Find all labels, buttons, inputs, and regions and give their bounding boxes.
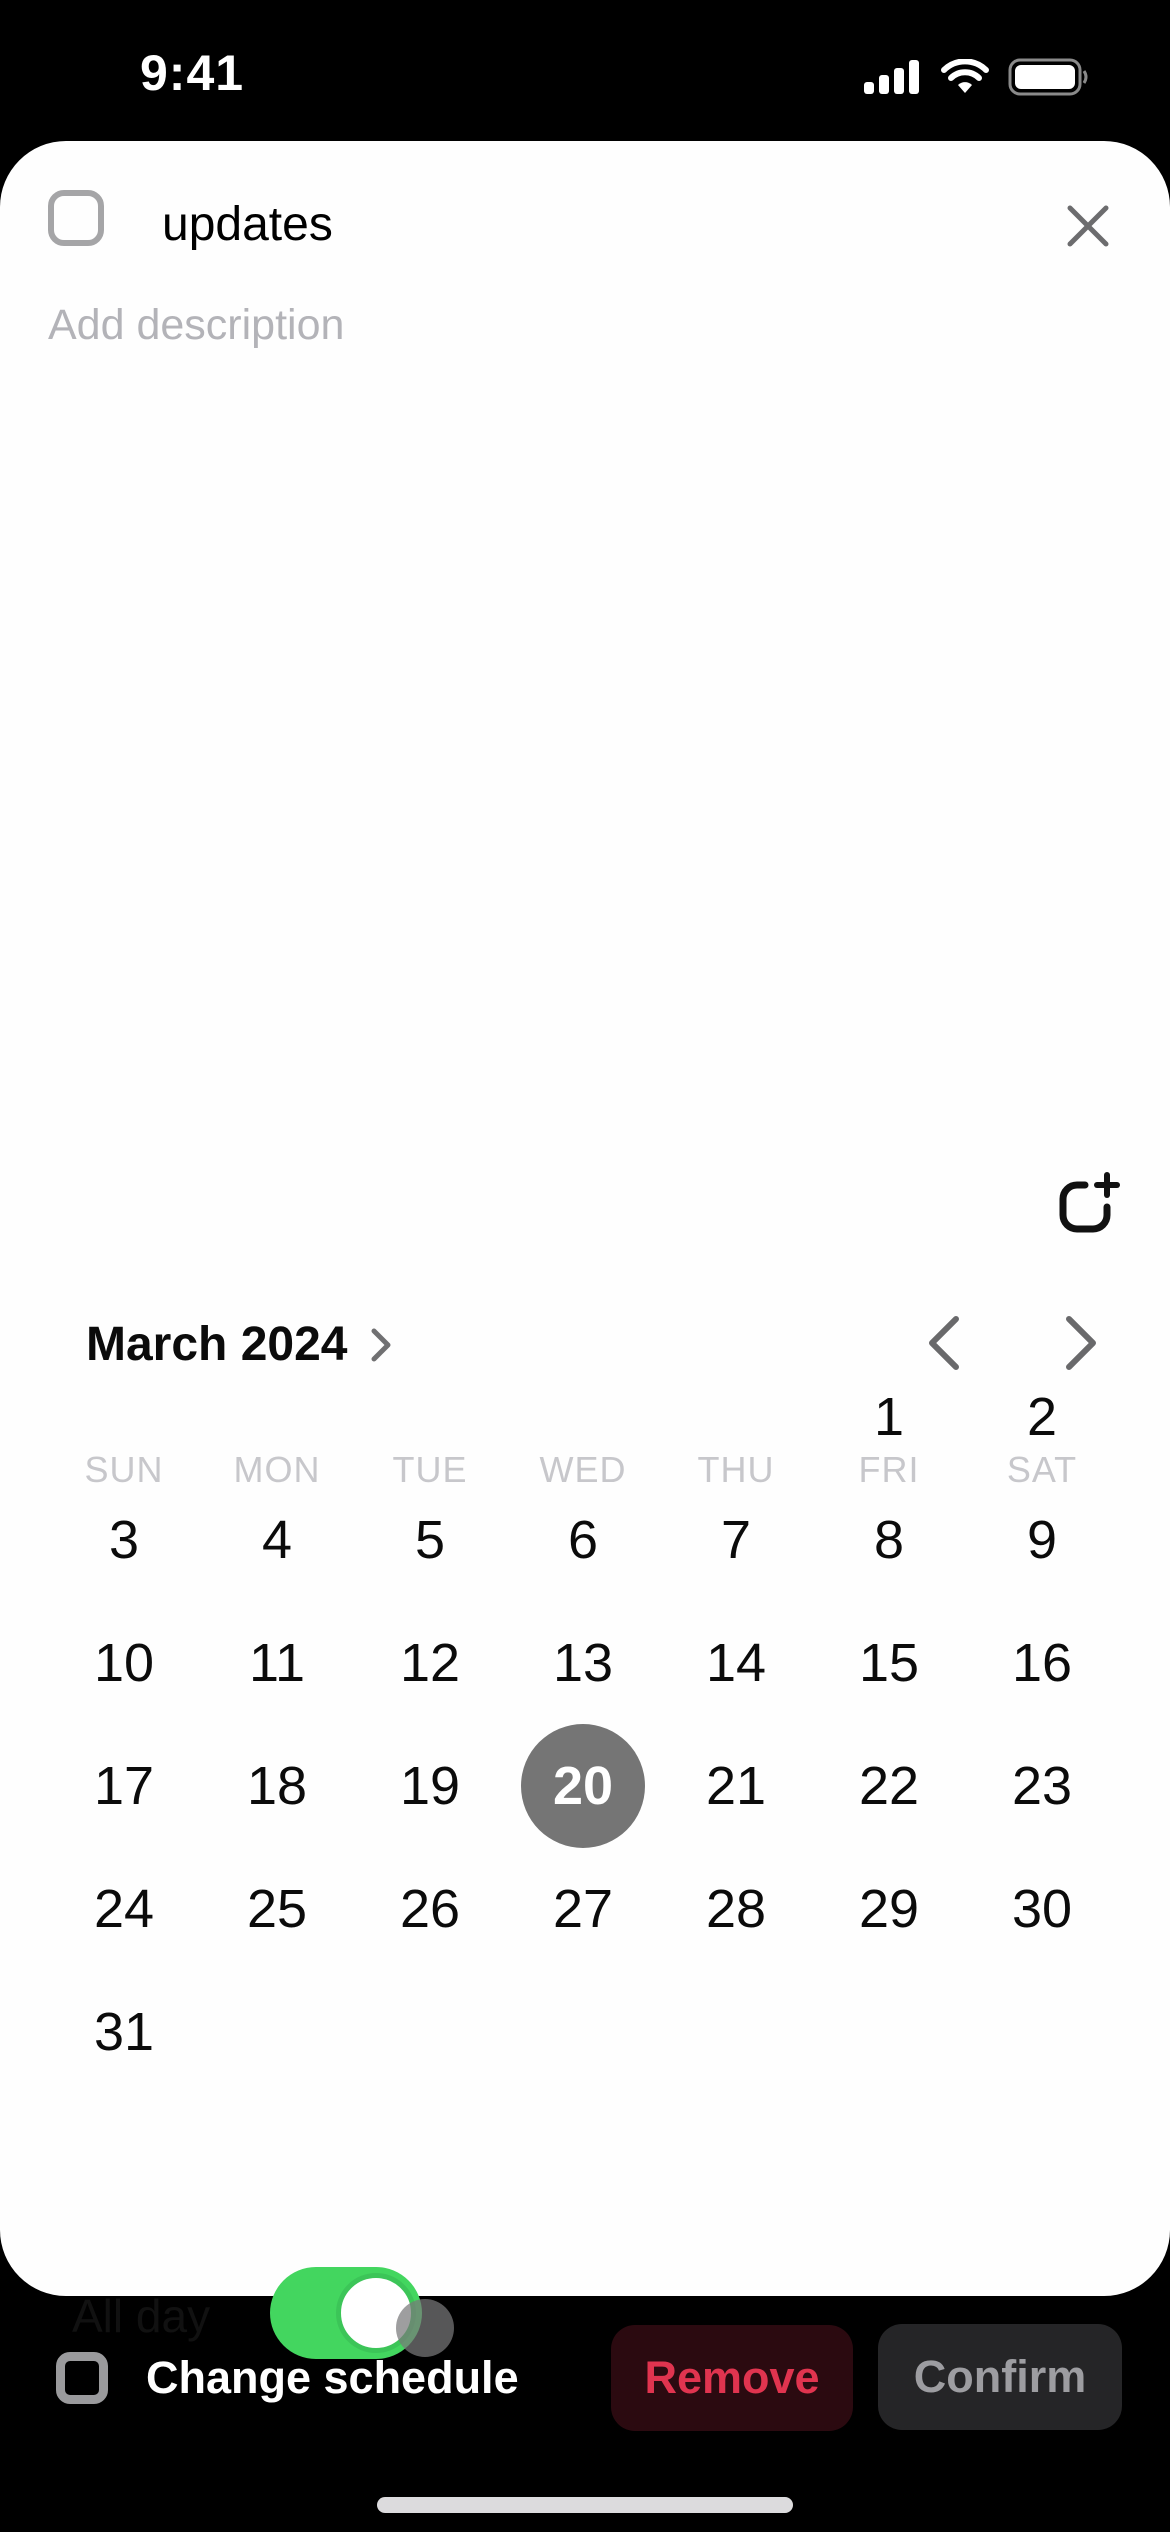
remove-button[interactable]: Remove	[611, 2325, 853, 2431]
calendar-day[interactable]: 6	[521, 1478, 645, 1602]
touch-indicator	[396, 2299, 454, 2357]
calendar-day[interactable]: 19	[368, 1724, 492, 1848]
add-subtask-icon[interactable]	[1055, 1171, 1125, 1241]
calendar-day[interactable]: 5	[368, 1478, 492, 1602]
calendar-day[interactable]: 13	[521, 1601, 645, 1725]
calendar-day[interactable]: 31	[62, 1970, 186, 2094]
calendar-day[interactable]: 3	[62, 1478, 186, 1602]
chevron-right-icon	[371, 1328, 390, 1361]
calendar-day[interactable]: 30	[980, 1847, 1104, 1971]
calendar-day[interactable]: 12	[368, 1601, 492, 1725]
change-schedule-checkbox[interactable]	[56, 2352, 108, 2404]
cellular-signal-icon	[864, 60, 919, 94]
calendar-day[interactable]: 22	[827, 1724, 951, 1848]
home-indicator[interactable]	[377, 2497, 793, 2513]
calendar-day[interactable]: 26	[368, 1847, 492, 1971]
calendar-day[interactable]: 28	[674, 1847, 798, 1971]
close-icon[interactable]	[1058, 196, 1118, 256]
month-label: March 2024	[86, 1318, 348, 1371]
task-complete-checkbox[interactable]	[48, 190, 104, 246]
calendar-day[interactable]: 9	[980, 1478, 1104, 1602]
calendar-day[interactable]: 17	[62, 1724, 186, 1848]
calendar-day[interactable]: 18	[215, 1724, 339, 1848]
status-icons	[864, 58, 1090, 96]
calendar-day[interactable]: 23	[980, 1724, 1104, 1848]
all-day-label: All day	[72, 2290, 211, 2342]
task-title[interactable]: updates	[162, 197, 333, 252]
calendar-day[interactable]: 29	[827, 1847, 951, 1971]
status-time: 9:41	[140, 45, 245, 101]
calendar-day[interactable]: 1	[827, 1355, 951, 1479]
calendar-day[interactable]: 27	[521, 1847, 645, 1971]
wifi-icon	[941, 59, 989, 93]
change-schedule-label[interactable]: Change schedule	[146, 2352, 519, 2404]
calendar-day[interactable]: 2	[980, 1355, 1104, 1479]
calendar-day[interactable]: 24	[62, 1847, 186, 1971]
battery-icon	[1008, 58, 1088, 96]
description-input[interactable]: Add description	[48, 301, 344, 350]
confirm-button[interactable]: Confirm	[878, 2324, 1122, 2430]
calendar-day[interactable]: 7	[674, 1478, 798, 1602]
calendar-day[interactable]: 8	[827, 1478, 951, 1602]
calendar-day[interactable]: 14	[674, 1601, 798, 1725]
month-picker-button[interactable]: March 2024	[86, 1317, 394, 1372]
calendar-day[interactable]: 21	[674, 1724, 798, 1848]
task-detail-sheet: updates Add description March 2024 SUN MO…	[0, 141, 1170, 2359]
calendar-day[interactable]: 16	[980, 1601, 1104, 1725]
calendar-day[interactable]: 25	[215, 1847, 339, 1971]
status-bar: 9:41	[0, 0, 1170, 140]
previous-month-button[interactable]	[920, 1311, 970, 1375]
calendar-day[interactable]: 15	[827, 1601, 951, 1725]
calendar-day[interactable]: 4	[215, 1478, 339, 1602]
calendar-day[interactable]: 10	[62, 1601, 186, 1725]
calendar-day-selected[interactable]: 20	[521, 1724, 645, 1848]
calendar-day[interactable]: 11	[215, 1601, 339, 1725]
